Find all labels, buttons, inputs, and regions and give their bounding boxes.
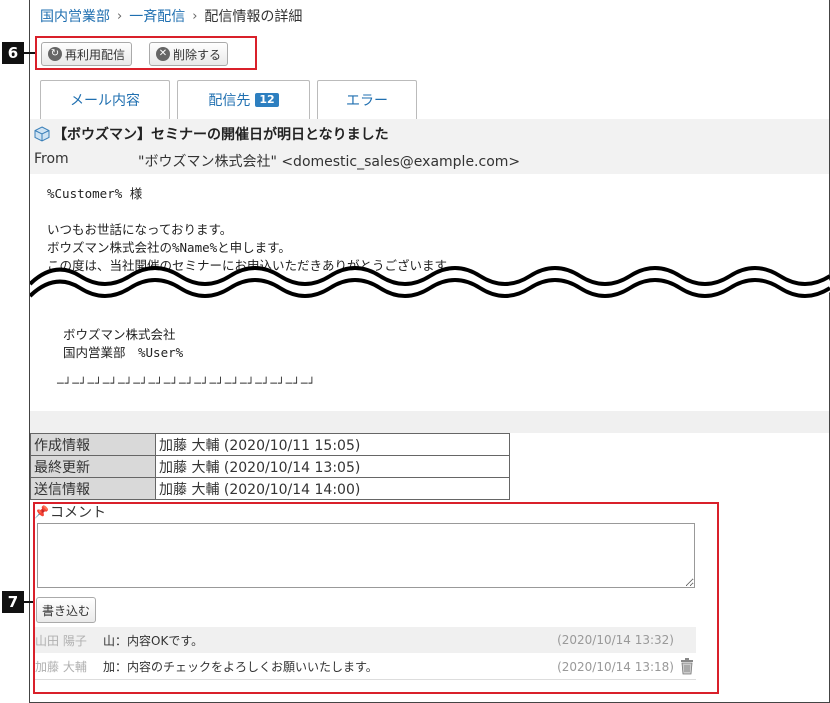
comment-author[interactable]: 山田 陽子 [35,632,103,649]
breadcrumb-current: 配信情報の詳細 [204,9,303,25]
table-row: 最終更新 加藤 大輔 (2020/10/14 13:05) [30,455,510,478]
info-table: 作成情報 加藤 大輔 (2020/10/11 15:05) 最終更新 加藤 大輔… [30,433,510,500]
content-omission-wave [30,266,830,302]
comment-title-text: コメント [49,505,106,521]
info-value: 加藤 大輔 (2020/10/14 14:00) [155,477,510,500]
toolbar-highlight: ↻ 再利用配信 ✕ 削除する [35,36,257,70]
callout-badge-comment: 7 [2,591,24,613]
comment-message: 加：内容のチェックをよろしくお願いいたします。 [103,660,378,674]
tab-label: メール内容 [70,93,140,109]
refresh-icon: ↻ [48,47,62,61]
tab-bar: メール内容 配信先 12 エラー [40,80,424,119]
section-divider [30,411,829,433]
info-value: 加藤 大輔 (2020/10/11 15:05) [155,433,510,456]
callout-badge-toolbar: 6 [2,42,24,64]
write-button-label: 書き込む [42,603,91,618]
table-row: 作成情報 加藤 大輔 (2020/10/11 15:05) [30,433,510,456]
body-line: ​ [47,203,458,221]
body-line: %Customer% 様 [47,186,143,201]
pin-icon: 📌 [34,505,49,519]
write-comment-button[interactable]: 書き込む [36,597,97,623]
delete-button[interactable]: ✕ 削除する [149,42,229,66]
comment-author[interactable]: 加藤 大輔 [35,658,103,675]
comment-entry: 山田 陽子 山：内容OKです。 (2020/10/14 13:32) [35,627,696,653]
comment-message: 山：内容OKです。 [103,633,204,648]
comment-timestamp: (2020/10/14 13:18) [557,659,674,674]
info-value: 加藤 大輔 (2020/10/14 13:05) [155,455,510,478]
signature-line: ボウズマン株式会社 [63,327,176,342]
tab-mail-content[interactable]: メール内容 [40,80,170,119]
mail-cube-icon [34,126,50,142]
breadcrumb-item-broadcast[interactable]: 一斉配信 [129,6,185,26]
delete-button-label: 削除する [173,47,222,62]
tab-label: エラー [346,93,388,109]
tab-label: 配信先 [208,93,251,109]
chevron-right-icon: › [117,8,123,24]
mail-subject: 【ボウズマン】セミナーの開催日が明日となりました [34,124,389,144]
trash-icon[interactable] [680,658,694,675]
body-line: ボウズマン株式会社の%Name%と申します。 [47,240,291,255]
signature-border: ─┘─┘─┘─┘─┘─┘─┘─┘─┘─┘─┘─┘─┘─┘─┘─┘─┘ [57,377,317,390]
comment-timestamp: (2020/10/14 13:32) [557,633,674,647]
from-label: From [34,151,69,167]
from-value: "ボウズマン株式会社" <domestic_sales@example.com> [138,154,521,170]
breadcrumb: 国内営業部 › 一斉配信 › 配信情報の詳細 [40,6,302,26]
recipient-count-badge: 12 [255,93,279,107]
table-row: 送信情報 加藤 大輔 (2020/10/14 14:00) [30,477,510,500]
reuse-button-label: 再利用配信 [65,47,126,62]
comment-input[interactable] [37,523,695,588]
info-key: 送信情報 [30,477,156,500]
breadcrumb-item-sales[interactable]: 国内営業部 [40,6,110,26]
signature-line: 国内営業部 %User% [63,345,184,360]
mail-header: 【ボウズマン】セミナーの開催日が明日となりました From "ボウズマン株式会社… [30,119,829,174]
body-line: いつもお世話になっております。 [47,222,233,237]
tab-recipients[interactable]: 配信先 12 [177,80,310,119]
subject-text: 【ボウズマン】セミナーの開催日が明日となりました [53,127,389,143]
info-key: 最終更新 [30,455,156,478]
comment-entry: 加藤 大輔 加：内容のチェックをよろしくお願いいたします。 (2020/10/1… [35,654,696,680]
info-key: 作成情報 [30,433,156,456]
mail-signature: ボウズマン株式会社 国内営業部 %User% [63,326,183,362]
reuse-button[interactable]: ↻ 再利用配信 [41,42,133,66]
comment-title: 📌 コメント [34,502,106,522]
tab-errors[interactable]: エラー [317,80,417,119]
delete-icon: ✕ [156,47,170,61]
chevron-right-icon: › [192,8,198,24]
